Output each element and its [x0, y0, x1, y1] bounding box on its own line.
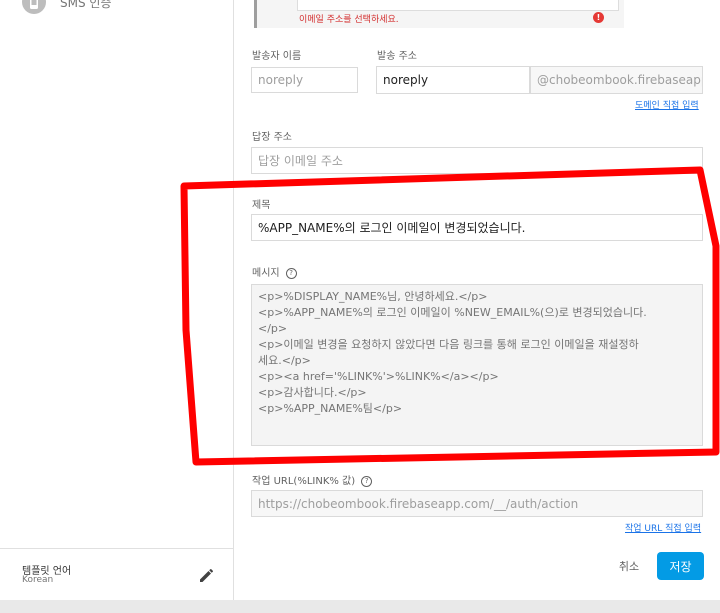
bottom-strip [0, 600, 720, 613]
subject-value: %APP_NAME%의 로그인 이메일이 변경되었습니다. [258, 221, 526, 235]
custom-action-url-link[interactable]: 작업 URL 직접 입력 [625, 521, 701, 534]
sender-name-placeholder: noreply [258, 73, 304, 87]
help-icon[interactable]: ? [361, 475, 373, 487]
message-label-row: 메시지? [252, 264, 297, 279]
action-url-value: https://chobeombook.firebaseapp.com/__/a… [258, 496, 579, 511]
sender-name-input[interactable]: noreply [251, 67, 358, 93]
message-line: <p><a href='%LINK%'>%LINK%</a></p> [258, 370, 499, 383]
help-icon[interactable]: ? [285, 267, 297, 279]
sender-domain-text: @chobeombook.firebaseapp.com [537, 73, 702, 87]
sender-address-value: noreply [383, 73, 429, 87]
action-url-label-row: 작업 URL(%LINK% 값)? [252, 472, 373, 487]
message-line: <p>%APP_NAME%팀</p> [258, 402, 403, 415]
reply-address-label: 답장 주소 [252, 132, 292, 143]
pencil-icon [200, 568, 214, 582]
message-label: 메시지 [252, 268, 280, 279]
message-textarea[interactable]: <p>%DISPLAY_NAME%님, 안녕하세요.</p> <p>%APP_N… [251, 284, 703, 446]
sender-domain-field: @chobeombook.firebaseapp.com [530, 66, 703, 94]
action-url-label: 작업 URL(%LINK% 값) [252, 476, 356, 487]
reply-address-input[interactable]: 답장 이메일 주소 [251, 147, 703, 174]
template-language-section: 템플릿 언어 Korean [0, 548, 233, 601]
sidebar-item-label: SMS 인증 [60, 0, 112, 10]
phone-icon [22, 0, 46, 14]
sidebar-item-sms[interactable]: SMS 인증 [22, 0, 111, 14]
message-line: <p>감사합니다.</p> [258, 386, 367, 399]
sender-address-label: 발송 주소 [377, 51, 417, 62]
save-button[interactable]: 저장 [657, 552, 704, 580]
email-template-form: 이메일 주소를 선택하세요. ! 발송자 이름 noreply 발송 주소 no… [234, 0, 720, 600]
subject-label: 제목 [252, 200, 271, 211]
message-line: 세요.</p> [258, 354, 311, 367]
subject-input[interactable]: %APP_NAME%의 로그인 이메일이 변경되었습니다. [251, 214, 703, 241]
error-icon: ! [593, 12, 604, 23]
email-error-text: 이메일 주소를 선택하세요. [299, 15, 399, 25]
recipient-email-select[interactable] [297, 0, 619, 11]
edit-language-button[interactable] [197, 565, 217, 585]
sender-name-label: 발송자 이름 [252, 51, 302, 62]
message-line: <p>%APP_NAME%의 로그인 이메일이 %NEW_EMAIL%(으)로 … [258, 306, 647, 319]
message-line: <p>%DISPLAY_NAME%님, 안녕하세요.</p> [258, 290, 488, 303]
sender-address-input[interactable]: noreply [376, 66, 530, 94]
action-url-field: https://chobeombook.firebaseapp.com/__/a… [251, 490, 703, 517]
message-line: <p>이메일 변경을 요청하지 않았다면 다음 링크를 통해 로그인 이메일을 … [258, 338, 639, 351]
recipient-email-box: 이메일 주소를 선택하세요. ! [254, 0, 624, 28]
message-line: </p> [258, 322, 288, 335]
template-language-value: Korean [22, 575, 54, 585]
cancel-button[interactable]: 취소 [609, 554, 649, 578]
custom-domain-link[interactable]: 도메인 직접 입력 [635, 98, 699, 111]
sidebar: SMS 인증 템플릿 언어 Korean [0, 0, 234, 600]
reply-address-placeholder: 답장 이메일 주소 [258, 154, 343, 168]
